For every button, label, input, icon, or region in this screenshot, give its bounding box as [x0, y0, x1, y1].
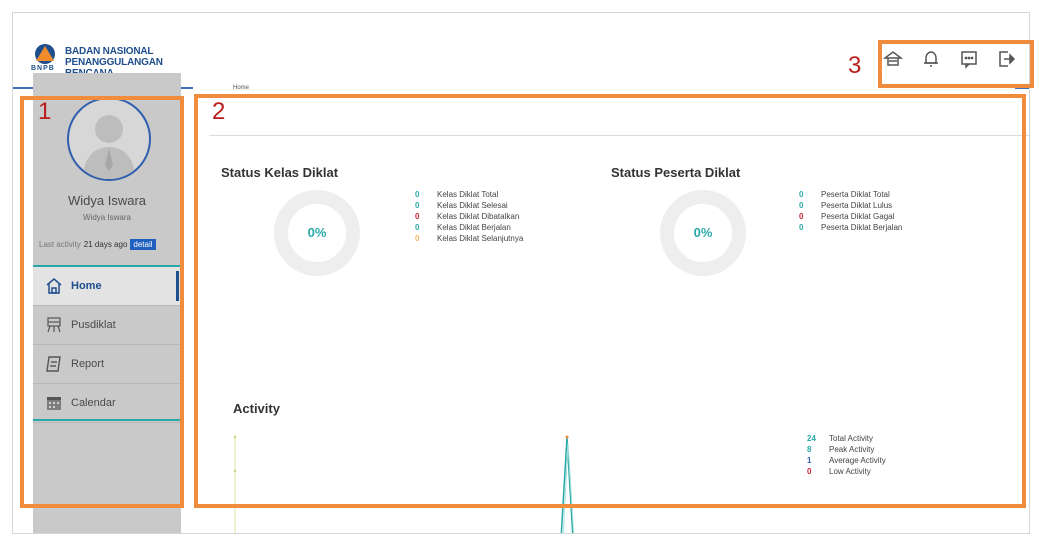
annotation-box-sidebar [20, 96, 184, 508]
annotation-box-main [194, 94, 1026, 508]
bnpb-emblem-icon: BNPB [31, 43, 59, 75]
annotation-number-1: 1 [38, 98, 52, 125]
bnpb-logo[interactable]: BNPB BADAN NASIONAL PENANGGULANGAN BENCA… [31, 43, 191, 79]
breadcrumb[interactable]: Home [233, 85, 249, 91]
logo-abbr: BNPB [31, 65, 55, 72]
logo-line-1: BADAN NASIONAL [65, 46, 154, 57]
annotation-number-3: 3 [848, 52, 862, 79]
annotation-number-2: 2 [212, 98, 226, 125]
annotation-box-toolbar [878, 40, 1034, 88]
